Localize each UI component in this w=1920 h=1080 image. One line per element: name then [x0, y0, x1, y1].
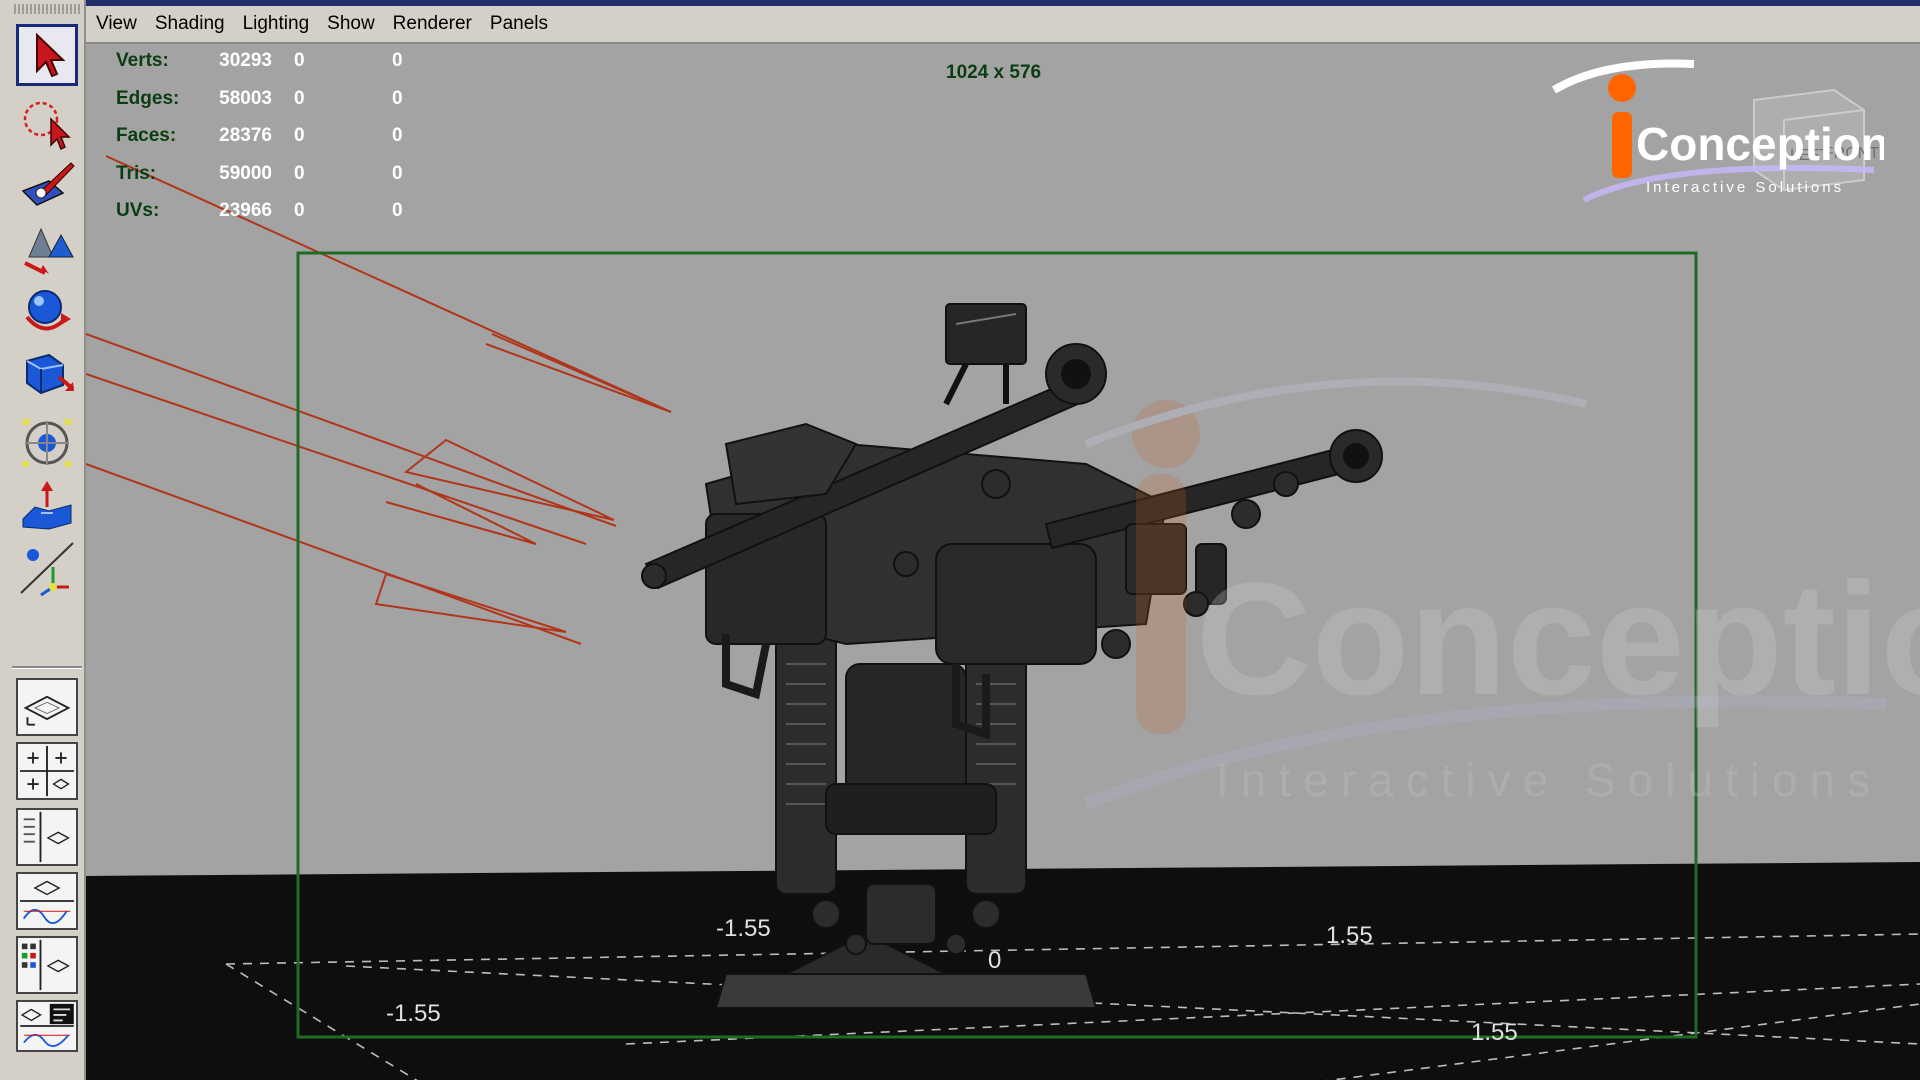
- stat-component: 0: [392, 162, 403, 184]
- stat-selected: 0: [294, 87, 305, 109]
- stat-component: 0: [392, 125, 403, 146]
- stat-selected: 0: [294, 50, 305, 71]
- perspective-view-icon: [23, 695, 71, 726]
- layout-persp-graph-button[interactable]: [16, 872, 78, 930]
- grid-label-neg-center: -1.55: [716, 915, 771, 942]
- stat-value: 23966: [219, 200, 272, 221]
- stat-component: 0: [392, 50, 403, 71]
- logo-dot-icon: [1608, 74, 1636, 102]
- menu-view[interactable]: View: [96, 13, 137, 35]
- rotate-tool-button[interactable]: [16, 280, 78, 342]
- arrow-cursor-icon: [36, 32, 66, 78]
- soft-mod-tool-button[interactable]: [16, 476, 78, 538]
- grid-label-origin: 0: [988, 947, 1001, 974]
- directional-light-rays: [86, 155, 672, 645]
- stat-value: 28376: [219, 125, 272, 146]
- menu-shading[interactable]: Shading: [155, 13, 225, 35]
- show-manipulator-icon: [20, 542, 74, 597]
- universal-manipulator-icon: [23, 419, 71, 467]
- layout-four-view-button[interactable]: [16, 742, 78, 800]
- grid-label-pos-center: 1.55: [1326, 922, 1373, 949]
- logo-tagline-text: Interactive Solutions: [1646, 179, 1844, 196]
- shelf-grip[interactable]: [14, 4, 80, 14]
- lasso-icon: [23, 101, 71, 151]
- logo-brand-text: Conception: [1636, 118, 1884, 170]
- menu-lighting[interactable]: Lighting: [243, 13, 310, 35]
- lasso-tool-button[interactable]: [16, 92, 78, 154]
- grid-label-neg-left: -1.55: [386, 1000, 441, 1027]
- stat-value: 30293: [219, 50, 272, 71]
- tool-box: [0, 0, 86, 1080]
- menu-panels[interactable]: Panels: [490, 13, 548, 35]
- layout-hypershade-persp-button[interactable]: [16, 936, 78, 994]
- perspective-viewport[interactable]: Conception Interactive Solutions -1.55 -…: [86, 0, 1920, 1080]
- scale-tool-button[interactable]: [16, 344, 78, 406]
- stat-component: 0: [392, 87, 403, 109]
- watermark-tagline-text: Interactive Solutions: [1216, 754, 1882, 806]
- resolution-gate-label: 1024 x 576: [946, 62, 1042, 83]
- move-tool-button[interactable]: [16, 216, 78, 278]
- menu-show[interactable]: Show: [327, 13, 375, 35]
- stat-label: Edges:: [116, 87, 180, 109]
- stat-label: Verts:: [116, 50, 169, 71]
- scale-icon: [26, 353, 75, 395]
- stat-selected: 0: [294, 200, 305, 221]
- layout-persp-graph-2-button[interactable]: [16, 1000, 78, 1052]
- stat-component: 0: [392, 200, 403, 221]
- rotate-icon: [25, 290, 71, 331]
- persp-graph-icon: [20, 880, 74, 924]
- persp-graph-2-icon: [20, 1003, 74, 1047]
- move-icon: [24, 227, 74, 275]
- grid-label-pos-right: 1.55: [1471, 1019, 1518, 1046]
- stat-label: Tris:: [116, 162, 157, 184]
- watermark-brand-text: Conception: [1196, 549, 1920, 728]
- outliner-persp-icon: [23, 811, 70, 863]
- iconception-logo: LEFT FRONT Conception Interactive Soluti…: [1551, 59, 1884, 203]
- layout-single-perspective-button[interactable]: [16, 678, 78, 736]
- universal-manipulator-button[interactable]: [16, 412, 78, 474]
- four-view-icon: [20, 745, 74, 797]
- logo-i-stem: [1612, 112, 1632, 178]
- paint-select-tool-button[interactable]: [16, 154, 78, 216]
- stat-selected: 0: [294, 162, 305, 184]
- viewport-menu-bar: View Shading Lighting Show Renderer Pane…: [86, 6, 1920, 44]
- layout-outliner-persp-button[interactable]: [16, 808, 78, 866]
- menu-renderer[interactable]: Renderer: [393, 13, 472, 35]
- paint-brush-icon: [21, 162, 75, 206]
- stat-label: Faces:: [116, 125, 177, 146]
- hypershade-persp-icon: [21, 939, 70, 991]
- stat-value: 58003: [219, 87, 272, 109]
- stat-label: UVs:: [116, 200, 160, 221]
- select-tool-button[interactable]: [16, 24, 78, 86]
- soft-mod-icon: [22, 481, 72, 530]
- show-manipulator-tool-button[interactable]: [16, 538, 78, 600]
- stat-selected: 0: [294, 125, 305, 146]
- shelf-separator: [12, 666, 82, 669]
- stat-value: 59000: [219, 162, 272, 184]
